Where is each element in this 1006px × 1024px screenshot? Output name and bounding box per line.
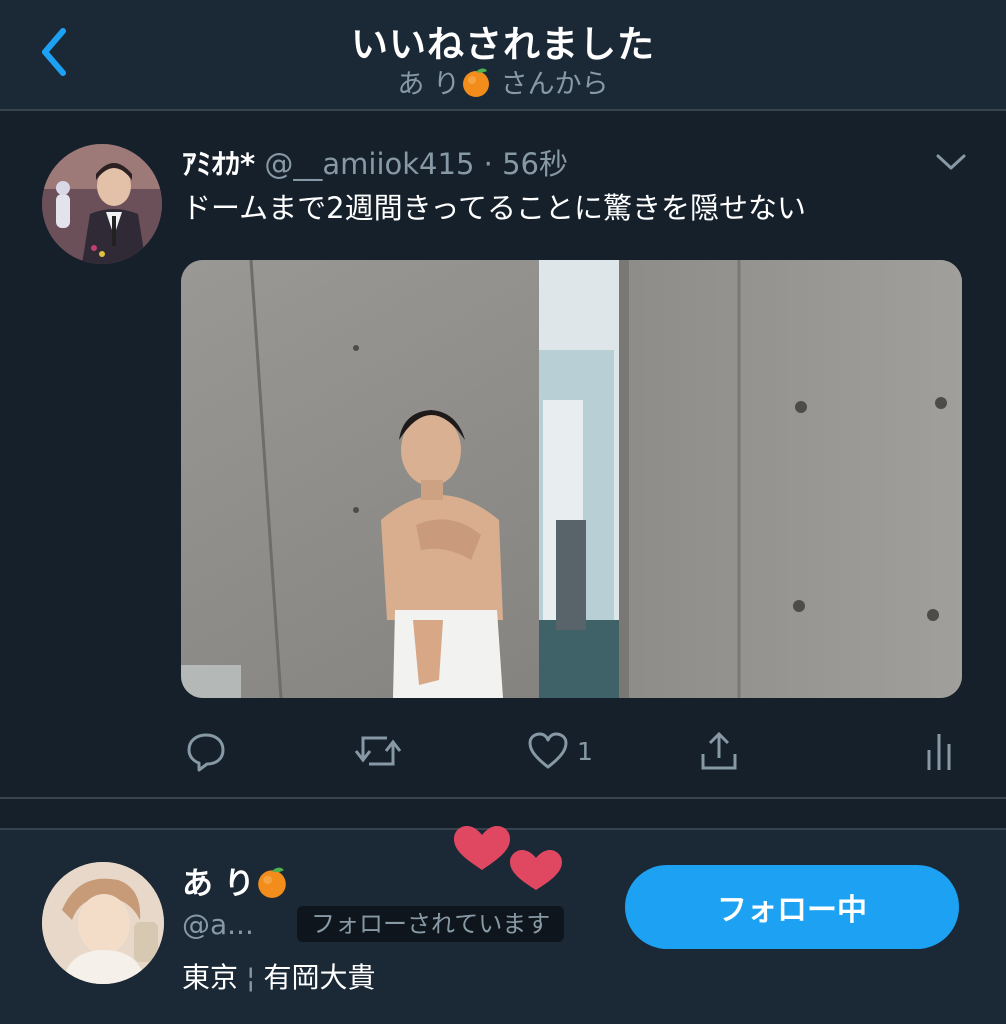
header-bar: いいねされました あ り さんから xyxy=(0,0,1006,111)
tweet[interactable]: ｱﾐｵｶ* @__amiiok415 · 56秒 ドームまで2週間きってることに… xyxy=(0,111,1006,799)
subtitle-suffix: さんから xyxy=(500,69,609,100)
caret-down-icon xyxy=(936,154,966,170)
liker-location: 東京 xyxy=(182,961,239,994)
tweet-time: 56秒 xyxy=(502,147,568,181)
following-button[interactable]: フォロー中 xyxy=(625,865,959,949)
liker-handle[interactable]: @a... xyxy=(182,908,254,941)
orange-emoji-icon xyxy=(257,867,286,898)
orange-emoji-icon xyxy=(463,68,489,97)
subtitle-username: あ り xyxy=(397,69,460,100)
liker-name-line: あ り xyxy=(182,858,289,903)
retweet-button[interactable] xyxy=(353,726,403,776)
like-count: 1 xyxy=(577,736,593,766)
tweet-author-handle[interactable]: @__amiiok415 xyxy=(264,147,474,181)
tweet-separator: · xyxy=(483,147,493,181)
liker-avatar[interactable] xyxy=(42,862,164,984)
analytics-icon xyxy=(927,734,951,770)
follows-you-badge: フォローされています xyxy=(297,906,565,942)
retweet-icon xyxy=(354,736,402,766)
tweet-media-photo[interactable] xyxy=(181,260,962,698)
tweet-menu-button[interactable] xyxy=(935,151,967,173)
tweet-author-avatar[interactable] xyxy=(42,144,162,264)
tweet-author-name[interactable]: ｱﾐｵｶ* xyxy=(182,147,255,181)
reply-button[interactable] xyxy=(185,726,227,776)
liker-bio: 東京 ¦ 有岡大貴 xyxy=(182,956,375,996)
analytics-button[interactable] xyxy=(925,726,953,776)
share-icon xyxy=(701,731,737,770)
share-button[interactable] xyxy=(698,726,740,776)
liker-bio-text: 有岡大貴 xyxy=(263,961,376,994)
avatar-image xyxy=(42,144,162,264)
bio-divider: ¦ xyxy=(246,961,256,994)
liker-name[interactable]: あ り xyxy=(182,866,255,902)
tweet-actions: 1 xyxy=(0,726,1006,776)
photo-image xyxy=(181,260,962,698)
tweet-header: ｱﾐｵｶ* @__amiiok415 · 56秒 xyxy=(182,141,568,183)
hearts-sticker-icon xyxy=(454,826,562,890)
tweet-text: ドームまで2週間きってることに驚きを隠せない xyxy=(182,191,806,225)
page-subtitle: あ り さんから xyxy=(0,62,1006,101)
like-button[interactable]: 1 xyxy=(527,726,593,776)
page-title: いいねされました xyxy=(351,23,655,66)
reply-icon xyxy=(187,733,225,772)
heart-icon xyxy=(528,732,568,769)
avatar-image xyxy=(42,862,164,984)
